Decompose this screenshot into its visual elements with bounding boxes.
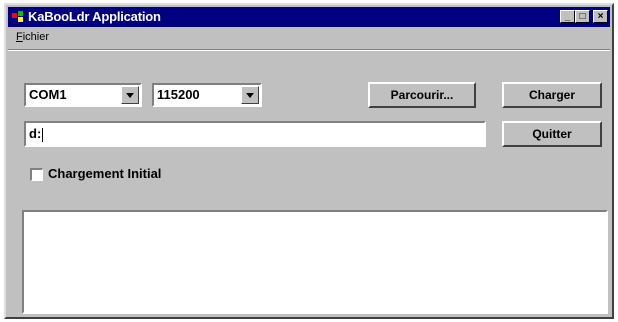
- path-text: d:: [29, 126, 42, 141]
- chevron-down-icon[interactable]: [241, 86, 259, 104]
- menu-fichier-accel: F: [16, 31, 23, 43]
- maximize-icon: □: [579, 11, 586, 22]
- menu-fichier[interactable]: Fichier: [16, 31, 49, 43]
- app-icon: [12, 11, 23, 22]
- browse-button[interactable]: Parcourir...: [368, 82, 476, 108]
- baud-select[interactable]: 115200: [152, 83, 262, 107]
- path-input[interactable]: d:: [24, 121, 486, 147]
- window-title: KaBooLdr Application: [28, 9, 161, 24]
- chevron-down-icon[interactable]: [121, 86, 139, 104]
- maximize-button[interactable]: □: [575, 10, 590, 23]
- load-button[interactable]: Charger: [502, 82, 602, 108]
- log-output[interactable]: [22, 210, 608, 314]
- initial-load-checkbox[interactable]: [30, 168, 43, 181]
- title-bar[interactable]: KaBooLdr Application _ □ ×: [8, 7, 610, 27]
- minimize-button[interactable]: _: [560, 10, 575, 23]
- minimize-icon: _: [564, 11, 571, 22]
- baud-value: 115200: [157, 87, 200, 102]
- path-value: d:: [29, 126, 44, 142]
- close-icon: ×: [597, 11, 604, 22]
- menu-fichier-label: ichier: [22, 31, 50, 43]
- quit-button[interactable]: Quitter: [502, 121, 602, 147]
- initial-load-label[interactable]: Chargement Initial: [48, 166, 161, 181]
- text-caret: [42, 127, 44, 142]
- close-button[interactable]: ×: [593, 10, 608, 23]
- port-select[interactable]: COM1: [24, 83, 142, 107]
- port-value: COM1: [29, 87, 67, 102]
- menu-divider: [8, 49, 610, 51]
- application-window: KaBooLdr Application _ □ × Fichier COM1 …: [4, 3, 614, 319]
